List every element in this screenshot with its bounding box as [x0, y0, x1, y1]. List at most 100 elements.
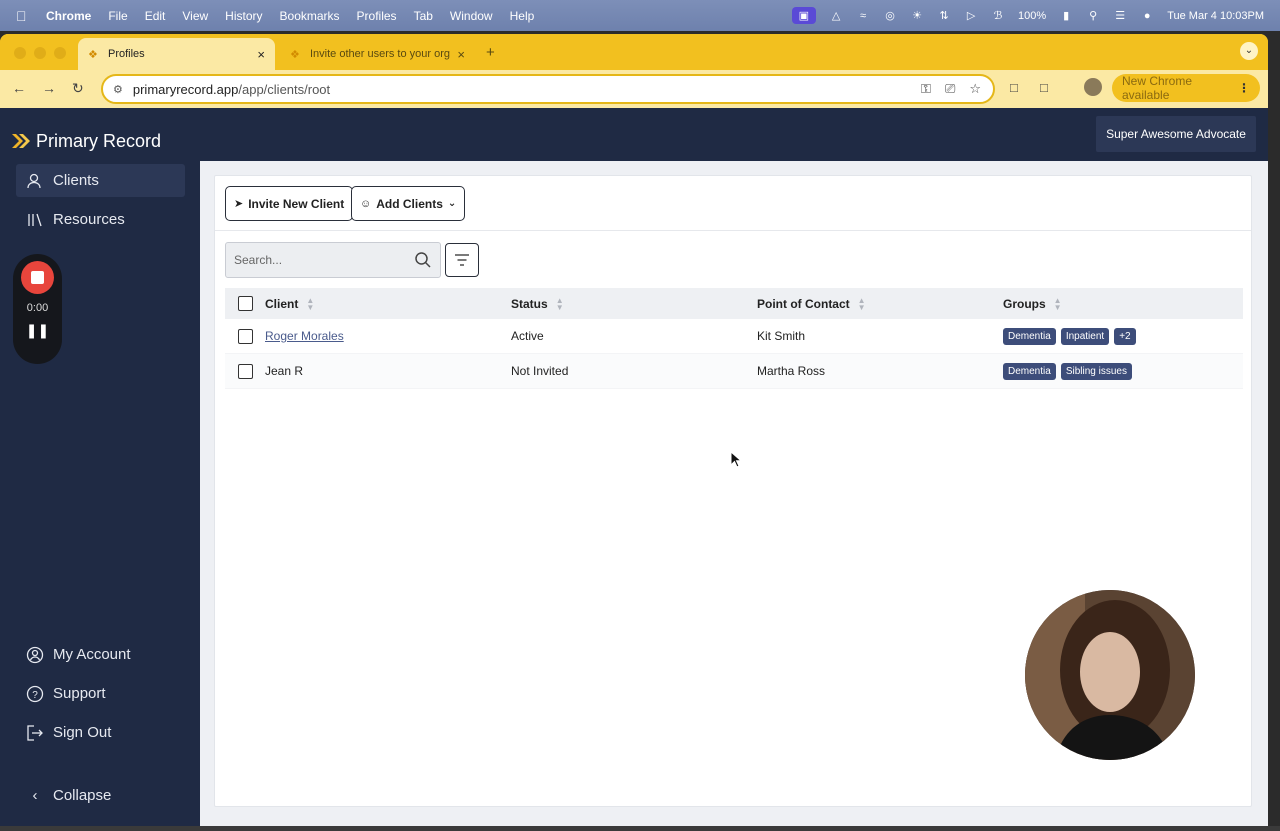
group-tag[interactable]: Inpatient: [1060, 327, 1110, 345]
control-center-icon[interactable]: ☰: [1113, 9, 1127, 23]
sidebar-item-label: Sign Out: [53, 724, 112, 741]
user-menu-button[interactable]: Super Awesome Advocate: [1096, 116, 1256, 152]
search-input[interactable]: Search...: [225, 242, 441, 278]
menu-tab[interactable]: Tab: [414, 9, 433, 23]
brand[interactable]: Primary Record: [10, 130, 161, 152]
sidebar-item-clients[interactable]: Clients: [16, 164, 185, 197]
tab-invite-users[interactable]: ❖ Invite other users to your org ×: [280, 38, 475, 70]
column-point-of-contact[interactable]: Point of Contact ▲ ▼: [757, 296, 1003, 311]
sidebar-item-sign-out[interactable]: Sign Out: [16, 716, 185, 749]
search-icon[interactable]: [414, 251, 432, 269]
webcam-video-bubble[interactable]: [1025, 590, 1195, 760]
more-menu-icon[interactable]: ⋮: [1238, 81, 1250, 95]
macos-menu-bar:  Chrome File Edit View History Bookmark…: [0, 0, 1280, 31]
sort-icon[interactable]: ▲ ▼: [556, 296, 564, 311]
spotlight-icon[interactable]: ⚲: [1086, 9, 1100, 23]
apple-menu-icon[interactable]: : [16, 8, 32, 24]
filter-button[interactable]: [445, 243, 479, 277]
site-info-icon[interactable]: ⚙: [113, 83, 123, 96]
screen-record-icon[interactable]: ▣: [791, 7, 817, 24]
wifi-icon[interactable]: ≈: [856, 9, 870, 23]
collapse-sidebar-button[interactable]: ‹ Collapse: [16, 779, 185, 812]
screen-recorder-widget: 0:00 ❚❚: [13, 254, 62, 364]
install-app-icon[interactable]: ⎚: [945, 81, 955, 97]
sidebar-item-label: Clients: [53, 172, 99, 189]
reload-icon[interactable]: ↻: [72, 80, 84, 97]
profile-avatar[interactable]: [1084, 78, 1102, 96]
column-groups[interactable]: Groups ▲ ▼: [1003, 296, 1243, 311]
row-checkbox[interactable]: [237, 363, 253, 379]
column-label: Groups: [1003, 296, 1046, 311]
group-tag[interactable]: Sibling issues: [1060, 362, 1132, 380]
password-key-icon[interactable]: ⚿: [921, 81, 931, 97]
menu-view[interactable]: View: [182, 9, 208, 23]
new-tab-icon[interactable]: +: [486, 44, 495, 61]
invite-label: Invite New Client: [248, 196, 345, 211]
invite-new-client-button[interactable]: ➤ Invite New Client: [225, 186, 354, 221]
column-label: Status: [511, 296, 548, 311]
url-text[interactable]: primaryrecord.app/app/clients/root: [133, 82, 330, 97]
account-icon: [26, 646, 44, 664]
bluetooth-icon[interactable]: ℬ: [991, 9, 1005, 23]
address-bar[interactable]: ⚙ primaryrecord.app/app/clients/root ⚿ ⎚…: [101, 74, 995, 104]
sort-icon[interactable]: ▲ ▼: [1054, 296, 1062, 311]
more-groups-tag[interactable]: +2: [1114, 327, 1136, 345]
column-status[interactable]: Status ▲ ▼: [511, 296, 757, 311]
sidebar-item-my-account[interactable]: My Account: [16, 638, 185, 671]
extensions-puzzle-icon[interactable]: □: [1040, 80, 1048, 95]
forward-icon[interactable]: →: [42, 80, 56, 96]
add-clients-button[interactable]: ☺ Add Clients ⌄: [351, 186, 466, 221]
bookmark-star-icon[interactable]: ☆: [969, 81, 981, 97]
tab-search-icon[interactable]: ⌄: [1240, 42, 1258, 60]
menu-clock[interactable]: Tue Mar 4 10:03PM: [1167, 10, 1264, 22]
row-checkbox[interactable]: [237, 328, 253, 344]
menu-file[interactable]: File: [108, 9, 127, 23]
clients-table: Client ▲ ▼ Status ▲ ▼ Point of Contact ▲ ▼ Gro…: [225, 288, 1243, 389]
stop-recording-button[interactable]: [21, 261, 54, 294]
sidebar-item-support[interactable]: ? Support: [16, 677, 185, 710]
siri-icon[interactable]: ●: [1140, 9, 1154, 23]
menu-bookmarks[interactable]: Bookmarks: [280, 9, 340, 23]
url-host: primaryrecord.app: [132, 81, 239, 97]
close-window-icon[interactable]: [14, 47, 26, 59]
group-tag[interactable]: Dementia: [1003, 362, 1056, 380]
row-checkbox-cell: [225, 328, 265, 344]
airdrop-icon[interactable]: ◎: [883, 9, 897, 23]
menu-help[interactable]: Help: [510, 9, 535, 23]
pause-icon[interactable]: ❚❚: [13, 322, 62, 339]
favicon-icon: ❖: [88, 49, 98, 61]
notion-extension-icon[interactable]: □: [1010, 80, 1018, 95]
back-icon[interactable]: ←: [12, 80, 26, 96]
menu-window[interactable]: Window: [450, 9, 493, 23]
groups-cell: Dementia Sibling issues: [1003, 362, 1243, 380]
recording-time: 0:00: [26, 302, 49, 314]
vpn-icon[interactable]: ⇅: [937, 9, 951, 23]
menu-history[interactable]: History: [225, 9, 262, 23]
zoom-window-icon[interactable]: [54, 47, 66, 59]
play-icon[interactable]: ▷: [964, 9, 978, 23]
contact-cell: Kit Smith: [757, 329, 806, 343]
column-client[interactable]: Client ▲ ▼: [265, 296, 511, 311]
client-name-link[interactable]: Roger Morales: [265, 329, 344, 343]
menu-profiles[interactable]: Profiles: [357, 9, 397, 23]
tab-profiles[interactable]: ❖ Profiles ×: [78, 38, 275, 70]
sort-icon[interactable]: ▲ ▼: [306, 296, 314, 311]
tab-close-icon[interactable]: ×: [457, 47, 465, 62]
mouse-cursor-icon: [730, 451, 743, 468]
tab-close-icon[interactable]: ×: [257, 47, 265, 62]
brightness-icon[interactable]: ☀: [910, 9, 924, 23]
drive-icon[interactable]: △: [829, 9, 843, 23]
menu-app-name[interactable]: Chrome: [46, 9, 91, 23]
card-header: ➤ Invite New Client ☺ Add Clients ⌄: [215, 176, 1251, 231]
menu-edit[interactable]: Edit: [145, 9, 166, 23]
new-chrome-available-button[interactable]: New Chrome available ⋮: [1112, 74, 1260, 102]
sort-icon[interactable]: ▲ ▼: [858, 296, 866, 311]
tab-title: Invite other users to your org: [310, 48, 451, 60]
battery-icon[interactable]: ▮: [1059, 9, 1073, 23]
group-tag[interactable]: Dementia: [1003, 327, 1056, 345]
sidebar-item-resources[interactable]: Resources: [16, 203, 185, 236]
client-name[interactable]: Jean R: [265, 364, 303, 378]
select-all-checkbox[interactable]: [237, 296, 253, 311]
primary-record-logo-icon: [12, 134, 30, 148]
minimize-window-icon[interactable]: [34, 47, 46, 59]
